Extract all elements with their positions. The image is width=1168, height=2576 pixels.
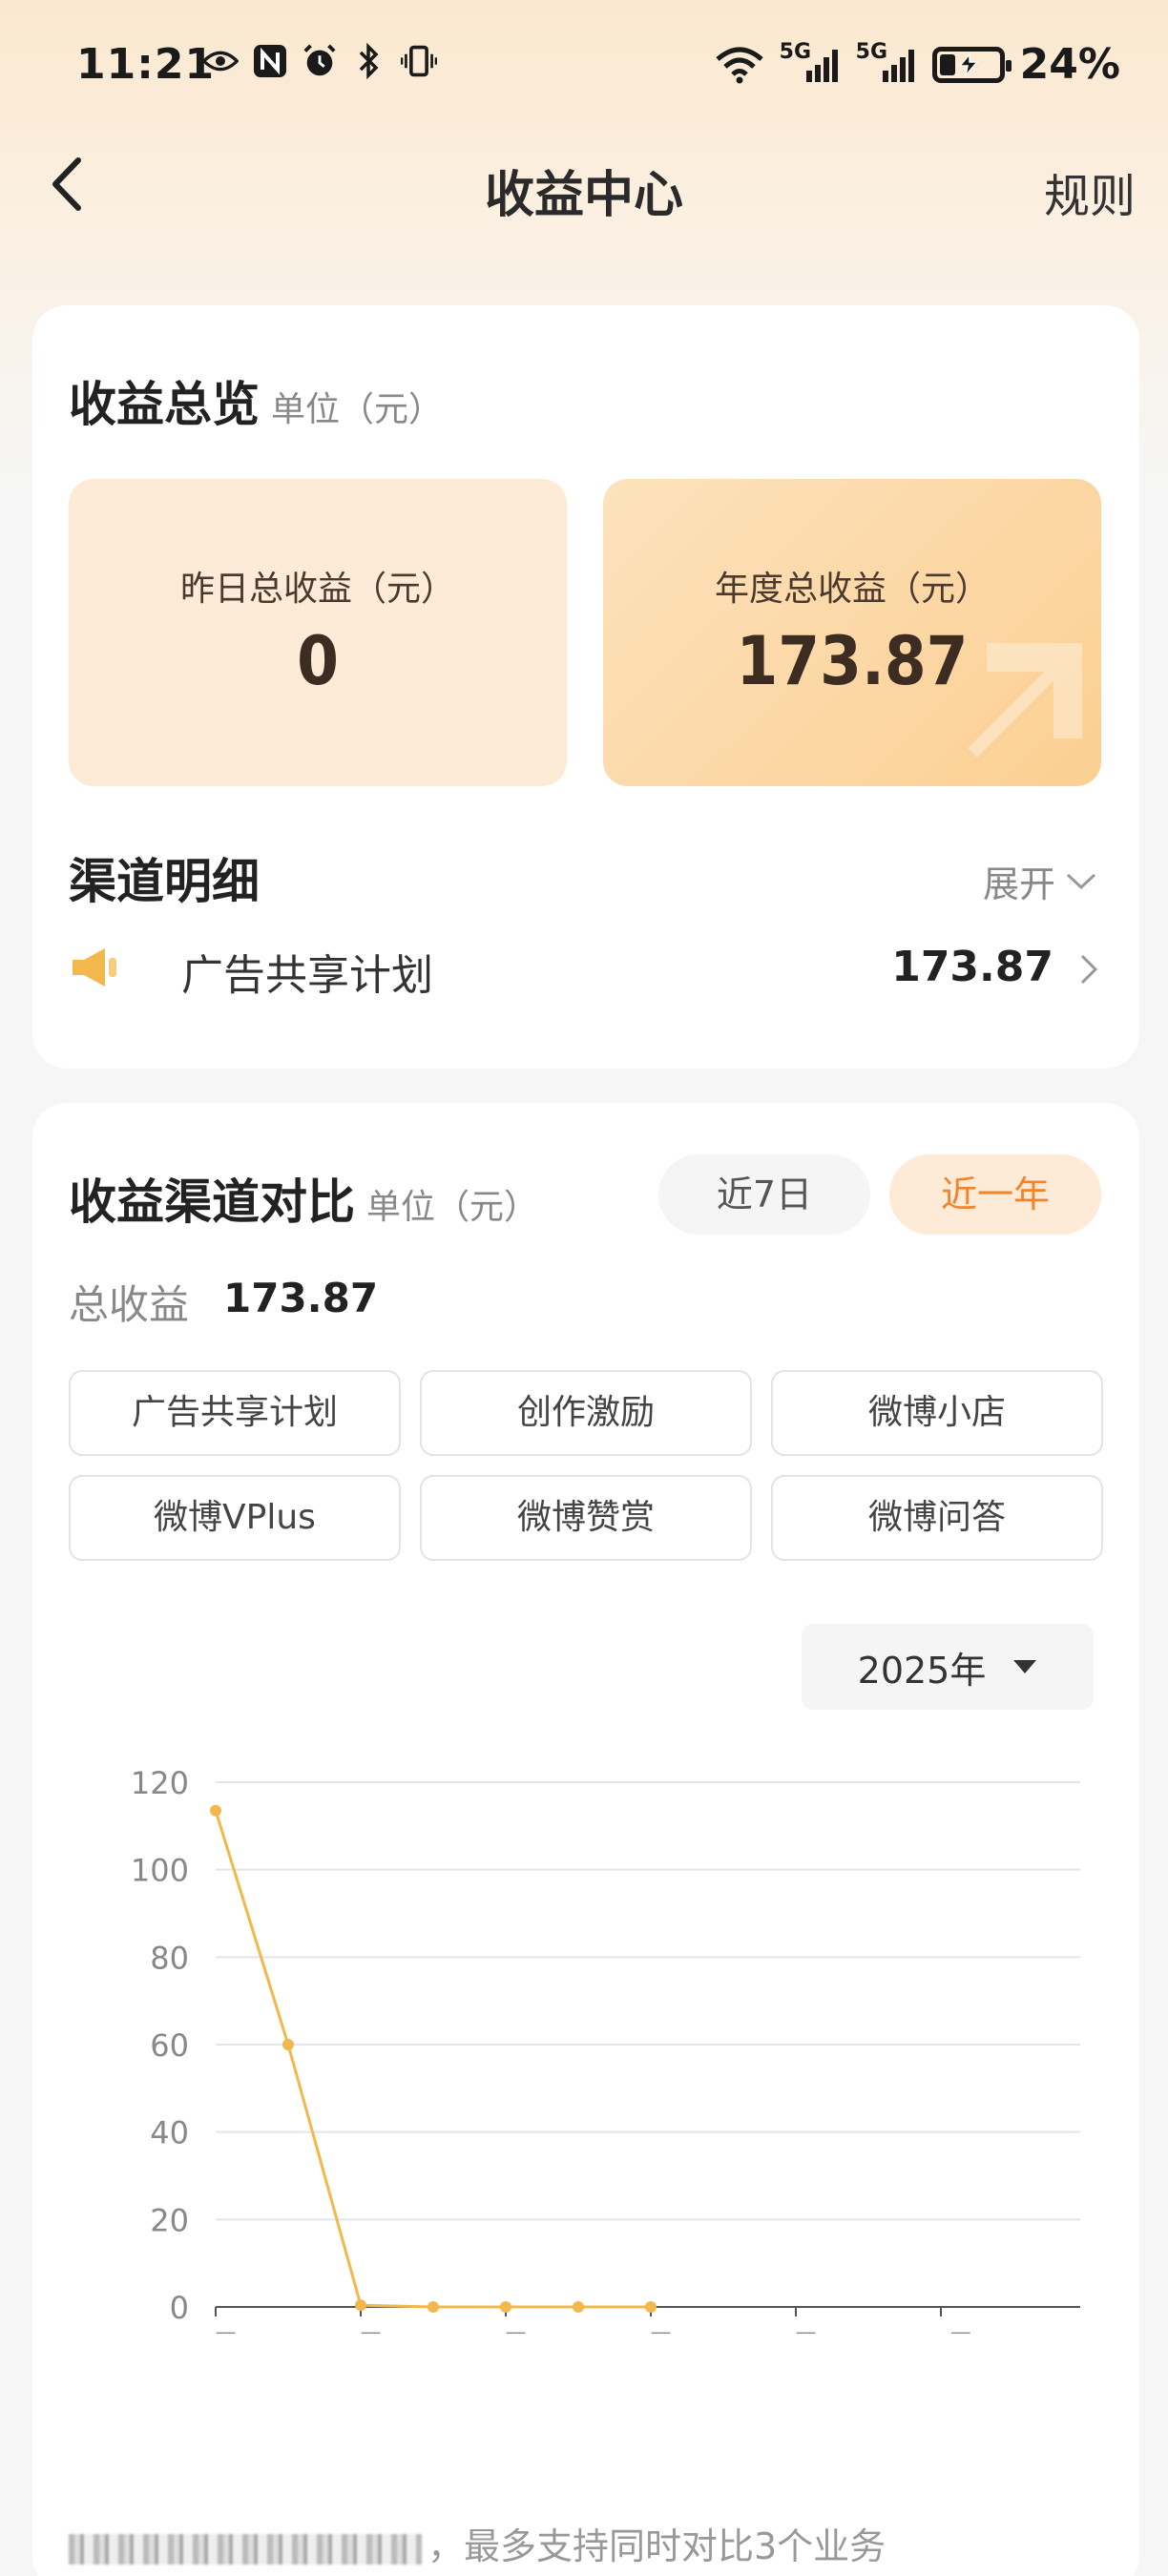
data-point bbox=[645, 2301, 657, 2313]
compare-unit: 单位（元） bbox=[366, 1188, 539, 1227]
channel-detail-title: 渠道明细 bbox=[69, 854, 260, 909]
expand-label: 展开 bbox=[982, 863, 1055, 905]
y-tick-label: 0 bbox=[170, 2290, 189, 2326]
yesterday-earnings-value: 0 bbox=[297, 622, 339, 700]
bluetooth-icon bbox=[351, 42, 387, 80]
tag-weibo-vplus[interactable]: 微博VPlus bbox=[69, 1475, 401, 1561]
expand-button[interactable]: 展开 bbox=[983, 855, 1097, 907]
signal-icon-2: 5G bbox=[856, 40, 917, 84]
overview-title: 收益总览 单位（元） bbox=[69, 366, 443, 435]
x-tick-label: 1月 bbox=[191, 2328, 240, 2334]
channel-item-ad-share[interactable]: 广告共享计划 173.87 bbox=[69, 935, 1103, 1002]
battery-icon bbox=[931, 46, 1012, 83]
network-type-2: 5G bbox=[855, 39, 888, 64]
y-tick-label: 80 bbox=[150, 1940, 189, 1976]
year-dropdown-value: 2025年 bbox=[857, 1649, 987, 1692]
status-left-icons bbox=[202, 42, 437, 80]
compare-footer-text: ，最多支持同时对比3个业务 bbox=[428, 2525, 886, 2567]
caret-down-icon bbox=[1013, 1660, 1037, 1673]
y-tick-label: 40 bbox=[150, 2115, 189, 2151]
channel-name: 广告共享计划 bbox=[181, 951, 433, 1000]
wifi-icon bbox=[715, 46, 764, 84]
data-point bbox=[282, 2039, 294, 2050]
chevron-right-icon bbox=[1080, 954, 1098, 985]
series-line bbox=[214, 1810, 651, 2309]
battery-percent: 24% bbox=[1019, 40, 1120, 89]
channel-value: 173.87 bbox=[891, 943, 1053, 991]
y-tick-label: 100 bbox=[131, 1853, 189, 1889]
status-bar: 11:21 5G 5G 24% bbox=[0, 0, 1168, 134]
compare-title-text: 收益渠道对比 bbox=[69, 1174, 355, 1230]
overview-card: 收益总览 单位（元） 昨日总收益（元） 0 年度总收益（元） 173.87 渠道明… bbox=[32, 305, 1139, 1069]
overview-title-text: 收益总览 bbox=[69, 377, 260, 432]
year-dropdown[interactable]: 2025年 bbox=[802, 1624, 1094, 1710]
annual-earnings-value: 173.87 bbox=[736, 622, 969, 700]
earnings-line-chart: 0 20 40 60 80 100 120 1月 3月 5月 7月 9月 11月 bbox=[32, 1723, 1139, 2364]
network-type-1: 5G bbox=[779, 39, 812, 64]
tag-ad-share[interactable]: 广告共享计划 bbox=[69, 1370, 401, 1456]
tag-creation-incentive[interactable]: 创作激励 bbox=[420, 1370, 752, 1456]
total-earnings-label: 总收益 bbox=[69, 1281, 190, 1328]
tag-weibo-qa[interactable]: 微博问答 bbox=[771, 1475, 1103, 1561]
compare-title: 收益渠道对比 单位（元） bbox=[69, 1164, 538, 1233]
x-tick-label: 7月 bbox=[626, 2328, 676, 2334]
data-point bbox=[210, 1804, 221, 1817]
total-earnings-value: 173.87 bbox=[223, 1275, 379, 1321]
rules-link[interactable]: 规则 bbox=[1044, 158, 1136, 225]
nfc-icon bbox=[252, 42, 288, 80]
vibrate-icon bbox=[401, 42, 437, 80]
overview-unit: 单位（元） bbox=[271, 390, 444, 429]
status-time: 11:21 bbox=[76, 40, 216, 89]
megaphone-icon bbox=[73, 948, 116, 987]
chevron-down-icon bbox=[1066, 873, 1096, 889]
alarm-icon bbox=[302, 42, 338, 80]
x-tick-label: 5月 bbox=[481, 2328, 531, 2334]
y-tick-label: 120 bbox=[131, 1765, 189, 1801]
data-point bbox=[428, 2301, 439, 2313]
x-tick-label: 3月 bbox=[336, 2328, 386, 2334]
tag-weibo-reward[interactable]: 微博赞赏 bbox=[420, 1475, 752, 1561]
x-tick-label: 11月 bbox=[907, 2328, 976, 2334]
annual-earnings-box: 年度总收益（元） 173.87 bbox=[603, 479, 1101, 786]
data-point bbox=[500, 2301, 511, 2313]
annual-earnings-label: 年度总收益（元） bbox=[714, 570, 990, 609]
tab-last-7-days[interactable]: 近7日 bbox=[658, 1154, 870, 1235]
blurred-text bbox=[69, 2533, 422, 2565]
nav-header: 收益中心 规则 bbox=[0, 134, 1168, 239]
data-point bbox=[355, 2299, 366, 2312]
yesterday-earnings-box: 昨日总收益（元） 0 bbox=[69, 479, 567, 786]
yesterday-earnings-label: 昨日总收益（元） bbox=[179, 570, 455, 609]
compare-footer-note: ，最多支持同时对比3个业务 bbox=[69, 2517, 886, 2569]
y-tick-label: 20 bbox=[150, 2202, 189, 2238]
signal-icon-1: 5G bbox=[780, 40, 841, 84]
tab-last-year[interactable]: 近一年 bbox=[889, 1154, 1101, 1235]
x-tick-label: 9月 bbox=[771, 2328, 821, 2334]
page-title: 收益中心 bbox=[484, 167, 683, 224]
status-right-icons: 5G 5G 24% bbox=[715, 40, 1120, 89]
data-point bbox=[573, 2301, 584, 2313]
compare-card: 收益渠道对比 单位（元） 近7日 近一年 总收益 173.87 广告共享计划 创作… bbox=[32, 1103, 1139, 2576]
tag-weibo-shop[interactable]: 微博小店 bbox=[771, 1370, 1103, 1456]
eye-icon bbox=[202, 42, 239, 80]
y-tick-label: 60 bbox=[150, 2027, 189, 2064]
